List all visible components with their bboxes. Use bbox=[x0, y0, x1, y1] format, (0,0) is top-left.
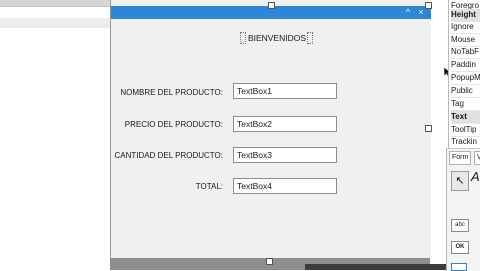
ide-strip bbox=[0, 18, 110, 28]
tab-v[interactable]: V bbox=[474, 151, 480, 165]
ide-toolbar-edge bbox=[0, 0, 110, 7]
property-ignore[interactable]: Ignore bbox=[451, 21, 480, 34]
collapse-button[interactable]: ^ bbox=[402, 6, 414, 19]
resize-handle-bottom[interactable] bbox=[266, 258, 273, 265]
property-padding[interactable]: Paddin bbox=[451, 59, 480, 72]
property-notabfocus[interactable]: NoTabF bbox=[451, 46, 480, 59]
product-quantity-label[interactable]: CANTIDAD DEL PRODUCTO: bbox=[111, 149, 223, 163]
greeting-label[interactable]: BIENVENIDOS bbox=[241, 31, 313, 45]
total-textbox[interactable]: TextBox4 bbox=[233, 178, 337, 194]
property-popupmenu[interactable]: PopupM bbox=[451, 72, 480, 85]
total-label[interactable]: TOTAL: bbox=[111, 180, 223, 194]
product-price-textbox[interactable]: TextBox2 bbox=[233, 116, 337, 132]
resize-handle-top-right[interactable] bbox=[425, 2, 432, 9]
label-tool-icon[interactable]: A bbox=[471, 169, 480, 184]
property-tag[interactable]: Tag bbox=[451, 98, 480, 111]
resize-handle-top[interactable] bbox=[268, 2, 275, 9]
pointer-tool-icon[interactable]: ↖ bbox=[451, 171, 469, 191]
resize-handle-right[interactable] bbox=[425, 125, 432, 132]
textbox-tool-icon[interactable]: abc bbox=[451, 219, 469, 232]
form-designer-window[interactable]: ^ × BIENVENIDOS NOMBRE DEL PRODUCTO: Tex… bbox=[110, 0, 453, 258]
ide-background-left bbox=[0, 0, 110, 270]
tab-form[interactable]: Form bbox=[449, 151, 472, 165]
toolbox-panel: Form V ↖ A abc OK bbox=[446, 148, 480, 271]
product-quantity-textbox[interactable]: TextBox3 bbox=[233, 147, 337, 163]
toolbox-tabs: Form V bbox=[447, 151, 480, 165]
button-tool-icon[interactable]: OK bbox=[451, 241, 469, 254]
product-name-textbox[interactable]: TextBox1 bbox=[233, 83, 337, 99]
property-public[interactable]: Public bbox=[451, 85, 480, 98]
product-name-label[interactable]: NOMBRE DEL PRODUCTO: bbox=[111, 86, 223, 100]
property-text[interactable]: Text bbox=[451, 111, 480, 124]
product-price-label[interactable]: PRECIO DEL PRODUCTO: bbox=[111, 118, 223, 132]
